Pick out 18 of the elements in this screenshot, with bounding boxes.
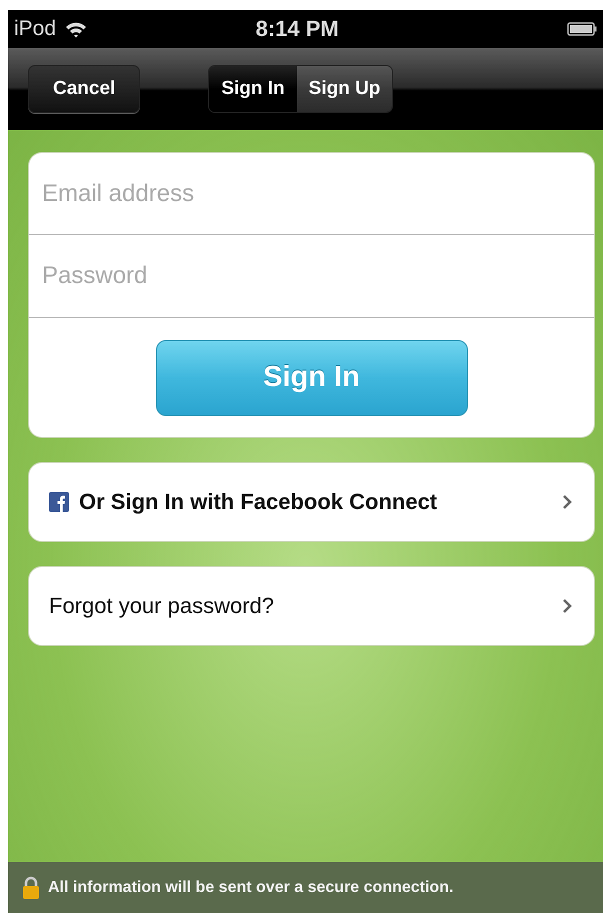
- segment-tab[interactable]: Sign Up: [296, 66, 392, 112]
- battery-icon: [567, 22, 597, 36]
- link-row[interactable]: Forgot your password?: [28, 566, 595, 646]
- cancel-button[interactable]: Cancel: [28, 65, 140, 113]
- wifi-icon: [64, 20, 88, 38]
- clock-time: 8:14 PM: [256, 16, 339, 42]
- security-notice: All information will be sent over a secure connection.: [48, 878, 454, 896]
- email-field[interactable]: Email address: [28, 152, 595, 235]
- segment-tab[interactable]: Sign In: [209, 66, 297, 112]
- chevron-icon: [562, 494, 572, 510]
- lock-icon: [22, 876, 40, 900]
- link-label: Forgot your password?: [49, 593, 275, 619]
- link-label: Or Sign In with Facebook Connect: [79, 489, 438, 515]
- password-field[interactable]: Password: [28, 235, 595, 318]
- carrier-label: iPod: [14, 17, 56, 41]
- facebook-icon: [49, 492, 69, 512]
- link-row[interactable]: Or Sign In with Facebook Connect: [28, 462, 595, 542]
- chevron-icon: [562, 598, 572, 614]
